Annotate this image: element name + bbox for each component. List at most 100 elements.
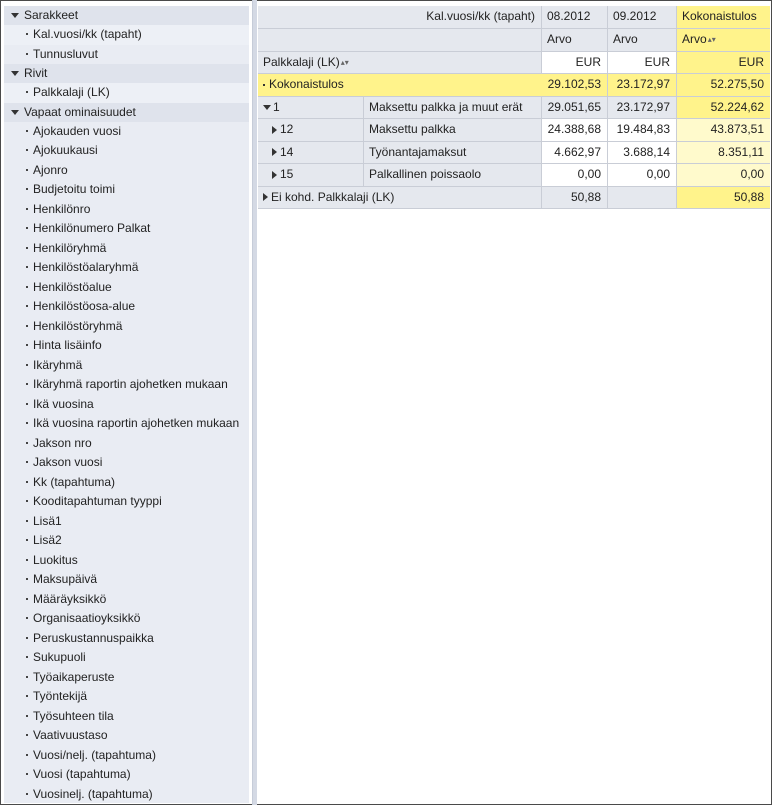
nav-item-free-characteristic[interactable]: Vuosinelj. (tapahtuma)	[4, 785, 249, 804]
nav-item-free-characteristic[interactable]: Kooditapahtuman tyyppi	[4, 492, 249, 512]
nav-item-tunnusluvut[interactable]: Tunnusluvut	[4, 45, 249, 65]
collapse-icon[interactable]	[11, 109, 19, 115]
unit-label: EUR	[608, 51, 677, 74]
value-cell: 50,88	[677, 186, 770, 209]
nav-item-free-characteristic[interactable]: Vaativuustaso	[4, 726, 249, 746]
nav-item-free-characteristic[interactable]: Budjetoitu toimi	[4, 180, 249, 200]
bullet-icon	[26, 149, 28, 151]
column-header-09-2012[interactable]: 09.2012	[608, 6, 677, 29]
bullet-icon	[26, 207, 28, 210]
nav-item-free-characteristic[interactable]: Määräyksikkö	[4, 590, 249, 610]
row-key-cell[interactable]: 1	[258, 96, 364, 119]
bullet-icon	[26, 52, 28, 55]
nav-item-palkkalaji[interactable]: Palkkalaji (LK)	[4, 83, 249, 103]
row-code: 15	[280, 167, 294, 181]
nav-item-free-characteristic[interactable]: Lisä1	[4, 512, 249, 532]
bullet-icon	[26, 753, 28, 756]
collapse-icon[interactable]	[11, 13, 19, 18]
nav-item-free-characteristic[interactable]: Peruskustannuspaikka	[4, 629, 249, 649]
expand-icon[interactable]	[272, 125, 277, 134]
row-code: 12	[280, 122, 294, 136]
expand-icon[interactable]	[272, 148, 277, 157]
expand-icon[interactable]	[272, 170, 277, 179]
total-label-cell[interactable]: Kokonaistulos	[258, 74, 542, 97]
nav-item-free-characteristic[interactable]: Henkilöstöryhmä	[4, 317, 249, 337]
value-cell	[608, 186, 677, 209]
section-sarakkeet[interactable]: Sarakkeet	[4, 6, 249, 25]
bullet-icon	[26, 695, 28, 697]
row-name: Maksettu palkka ja muut erät	[364, 96, 542, 119]
header-row-measure: Arvo Arvo Arvo▴▾	[258, 29, 770, 52]
column-header-08-2012[interactable]: 08.2012	[542, 6, 608, 29]
nav-item-free-characteristic[interactable]: Jakson vuosi	[4, 453, 249, 473]
nav-item-free-characteristic[interactable]: Maksupäivä	[4, 570, 249, 590]
nav-item-free-characteristic[interactable]: Työntekijä	[4, 687, 249, 707]
nav-item-free-characteristic[interactable]: Ikäryhmä raportin ajohetken mukaan	[4, 375, 249, 395]
row-name: Työnantajamaksut	[364, 141, 542, 164]
value-cell: 24.388,68	[542, 119, 608, 142]
panel-splitter[interactable]	[252, 0, 257, 805]
bullet-icon	[26, 461, 28, 463]
nav-item-free-characteristic[interactable]: Vuosi (tapahtuma)	[4, 765, 249, 785]
value-cell: 52.224,62	[677, 96, 770, 119]
column-header-total[interactable]: Kokonaistulos	[677, 6, 770, 29]
value-cell: 23.172,97	[608, 96, 677, 119]
nav-item-free-characteristic[interactable]: Ikäryhmä	[4, 356, 249, 376]
bullet-icon	[26, 266, 28, 268]
nav-item-free-characteristic[interactable]: Henkilöstöosa-alue	[4, 297, 249, 317]
row-key-cell[interactable]: Ei kohd. Palkkalaji (LK)	[258, 186, 542, 209]
row-name: Ei kohd. Palkkalaji (LK)	[271, 189, 395, 204]
measure-header[interactable]: Arvo	[542, 29, 608, 52]
sort-icon[interactable]: ▴▾	[708, 35, 716, 44]
row-dimension-header[interactable]: Palkkalaji (LK)▴▾	[258, 51, 542, 74]
nav-item-free-characteristic[interactable]: Ajonro	[4, 161, 249, 181]
nav-item-free-characteristic[interactable]: Sukupuoli	[4, 648, 249, 668]
value-cell: 0,00	[608, 164, 677, 187]
nav-item-free-characteristic[interactable]: Organisaatioyksikkö	[4, 609, 249, 629]
nav-item-free-characteristic[interactable]: Henkilönumero Palkat	[4, 219, 249, 239]
nav-item-free-characteristic[interactable]: Ikä vuosina raportin ajohetken mukaan	[4, 414, 249, 434]
nav-item-free-characteristic[interactable]: Henkilöstöalue	[4, 278, 249, 298]
row-key-cell[interactable]: 15	[258, 164, 364, 187]
value-cell: 0,00	[542, 164, 608, 187]
value-cell: 50,88	[542, 186, 608, 209]
nav-item-free-characteristic[interactable]: Vuosi/nelj. (tapahtuma)	[4, 746, 249, 766]
bullet-icon	[26, 636, 28, 639]
value-cell: 0,00	[677, 164, 770, 187]
measure-header[interactable]: Arvo	[608, 29, 677, 52]
bullet-icon	[26, 383, 28, 385]
expand-icon[interactable]	[263, 193, 268, 202]
nav-item-free-characteristic[interactable]: Ajokauden vuosi	[4, 122, 249, 142]
section-rivit[interactable]: Rivit	[4, 64, 249, 83]
nav-item-free-characteristic[interactable]: Henkilöstöalaryhmä	[4, 258, 249, 278]
row-code: 14	[280, 144, 294, 159]
bullet-icon	[26, 33, 28, 35]
collapse-icon[interactable]	[11, 71, 19, 76]
value-cell: 43.873,51	[677, 119, 770, 142]
sort-icon[interactable]: ▴▾	[341, 58, 349, 67]
column-dimension-label[interactable]: Kal.vuosi/kk (tapaht)	[258, 6, 542, 29]
section-label: Sarakkeet	[24, 8, 79, 22]
navigation-panel: Sarakkeet Kal.vuosi/kk (tapaht) Tunnuslu…	[4, 6, 249, 803]
collapse-icon[interactable]	[263, 104, 271, 110]
nav-item-free-characteristic[interactable]: Jakson nro	[4, 434, 249, 454]
nav-item-free-characteristic[interactable]: Kk (tapahtuma)	[4, 473, 249, 493]
bullet-icon	[26, 519, 28, 522]
row-name: Palkallinen poissaolo	[364, 164, 542, 187]
nav-item-free-characteristic[interactable]: Luokitus	[4, 551, 249, 571]
nav-item-kalvuosi[interactable]: Kal.vuosi/kk (tapaht)	[4, 25, 249, 45]
nav-item-free-characteristic[interactable]: Ikä vuosina	[4, 395, 249, 415]
measure-header-total[interactable]: Arvo▴▾	[677, 29, 770, 52]
nav-item-free-characteristic[interactable]: Henkilönro	[4, 200, 249, 220]
nav-item-free-characteristic[interactable]: Ajokuukausi	[4, 141, 249, 161]
row-key-cell[interactable]: 12	[258, 119, 364, 142]
nav-item-free-characteristic[interactable]: Työsuhteen tila	[4, 707, 249, 727]
bullet-icon	[26, 188, 28, 190]
row-key-cell[interactable]: 14	[258, 141, 364, 164]
section-vapaat-ominaisuudet[interactable]: Vapaat ominaisuudet	[4, 102, 249, 122]
nav-item-free-characteristic[interactable]: Henkilöryhmä	[4, 239, 249, 259]
nav-item-free-characteristic[interactable]: Lisä2	[4, 531, 249, 551]
total-label: Kokonaistulos	[269, 77, 344, 91]
nav-item-free-characteristic[interactable]: Työaikaperuste	[4, 668, 249, 688]
nav-item-free-characteristic[interactable]: Hinta lisäinfo	[4, 336, 249, 356]
